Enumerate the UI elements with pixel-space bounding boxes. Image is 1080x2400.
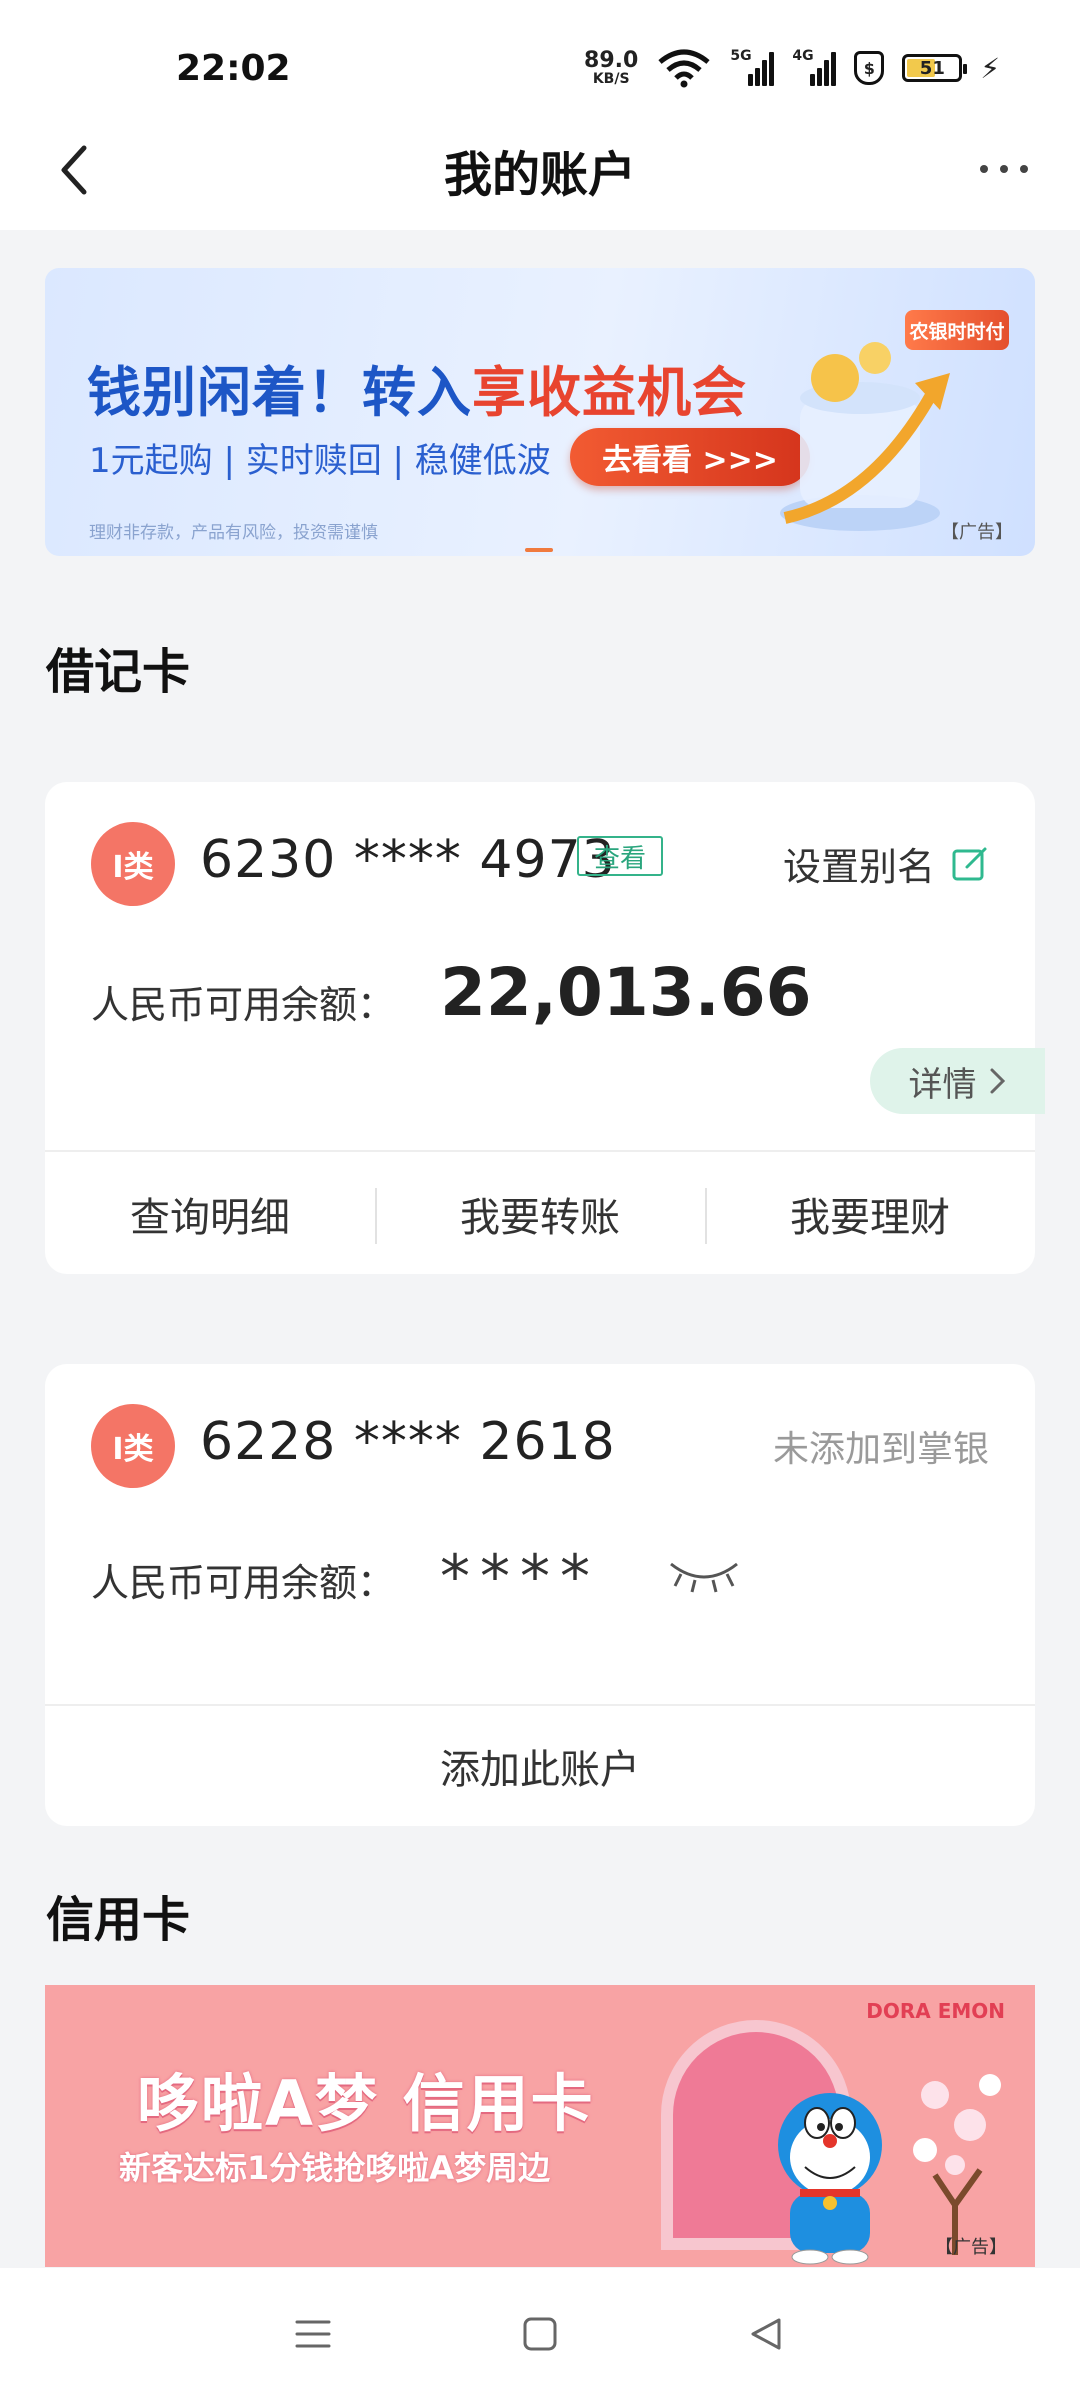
card-divider	[45, 1150, 1035, 1152]
transfer-button[interactable]: 我要转账	[375, 1154, 705, 1274]
growth-arrow-illustration	[780, 342, 950, 531]
app-header: 我的账户	[0, 110, 1080, 230]
view-card-number-button[interactable]: 查看	[577, 836, 663, 876]
banner-headline-part1: 钱别闲着！转入	[87, 361, 472, 424]
menu-icon	[295, 2320, 331, 2348]
nav-menu-button[interactable]	[283, 2304, 343, 2364]
banner-tag: 农银时时付	[905, 310, 1009, 350]
wealth-management-button[interactable]: 我要理财	[705, 1154, 1035, 1274]
banner-headline-highlight: 享收益机会	[472, 361, 747, 424]
cc-ad-label: 【广告】	[935, 2237, 1007, 2258]
network-speed: 89.0 KB/S	[584, 48, 639, 87]
banner-ad-label: 【广告】	[941, 522, 1013, 543]
balance-masked: ****	[440, 1542, 600, 1612]
card-type-badge: I类	[91, 1404, 175, 1488]
status-time: 22:02	[176, 48, 291, 89]
cc-banner-title: 哆啦A梦 信用卡	[137, 2067, 595, 2140]
charging-bolt-icon: ⚡	[980, 51, 1000, 85]
more-horizontal-icon	[980, 165, 988, 173]
doraemon-illustration	[778, 2093, 882, 2265]
more-button[interactable]	[964, 144, 1044, 194]
card-number: 6228 **** 2618	[200, 1412, 616, 1472]
signal-4g-label: 4G	[792, 48, 814, 64]
query-details-button[interactable]: 查询明细	[45, 1154, 375, 1274]
edit-icon	[952, 847, 987, 880]
not-added-status: 未添加到掌银	[772, 1429, 989, 1470]
chevron-right-icon	[990, 1068, 1005, 1094]
set-alias-button[interactable]: 设置别名	[783, 836, 989, 891]
signal-4g-icon: 4G	[792, 48, 837, 86]
credit-section-title: 信用卡	[46, 1892, 191, 1948]
battery-level: 51	[919, 57, 945, 79]
shield-dollar-icon: $	[854, 51, 885, 85]
add-account-button[interactable]: 添加此账户	[45, 1706, 1035, 1826]
credit-card-banner[interactable]: 哆啦A梦 信用卡 新客达标1分钱抢哆啦A梦周边 DORA EMON 【广告】	[45, 1985, 1035, 2267]
signal-5g-label: 5G	[730, 48, 752, 64]
cc-banner-subtitle: 新客达标1分钱抢哆啦A梦周边	[119, 2149, 551, 2187]
set-alias-label: 设置别名	[782, 845, 935, 889]
chevron-left-icon	[61, 145, 87, 195]
banner-headline: 钱别闲着！转入享收益机会	[87, 348, 747, 427]
debit-section-title: 借记卡	[46, 644, 191, 700]
debit-card-1: I类 6230 **** 4973 查看 设置别名 人民币可用余额： 22,01…	[45, 782, 1035, 1274]
system-nav-bar	[0, 2268, 1080, 2400]
card-number: 6230 **** 4973	[200, 830, 616, 890]
wifi-icon	[658, 49, 710, 88]
banner-subtitle: 1元起购 | 实时赎回 | 稳健低波	[89, 441, 551, 481]
signal-5g-icon: 5G	[730, 48, 775, 86]
card-type-badge: I类	[91, 822, 175, 906]
balance-label: 人民币可用余额：	[91, 983, 396, 1027]
promo-banner[interactable]: 钱别闲着！转入享收益机会 1元起购 | 实时赎回 | 稳健低波 去看看 >>> …	[45, 268, 1035, 556]
battery-icon: 51	[902, 54, 968, 82]
network-speed-unit: KB/S	[592, 71, 630, 87]
details-label: 详情	[908, 1064, 977, 1105]
home-square-icon	[523, 2317, 557, 2351]
back-button[interactable]	[44, 140, 104, 200]
blossom-tree-illustration	[913, 2074, 1001, 2255]
debit-card-2: I类 6228 **** 2618 未添加到掌银 人民币可用余额： **** 添…	[45, 1364, 1035, 1826]
nav-home-button[interactable]	[510, 2304, 570, 2364]
banner-page-indicator	[525, 548, 553, 552]
page-title: 我的账户	[443, 147, 636, 203]
details-button[interactable]: 详情	[870, 1048, 1045, 1114]
balance-value: 22,013.66	[440, 954, 812, 1031]
network-speed-value: 89.0	[584, 48, 639, 73]
banner-disclaimer: 理财非存款，产品有风险，投资需谨慎	[89, 523, 378, 543]
balance-label: 人民币可用余额：	[91, 1561, 396, 1605]
back-triangle-icon	[751, 2318, 781, 2350]
card-actions: 查询明细 我要转账 我要理财	[45, 1154, 1035, 1274]
status-icons: 89.0 KB/S 5G 4G $ 51 ⚡	[584, 44, 1000, 92]
eye-closed-icon[interactable]	[667, 1556, 741, 1596]
nav-back-button[interactable]	[737, 2304, 797, 2364]
cc-brand-logo: DORA EMON	[866, 1999, 1005, 2023]
